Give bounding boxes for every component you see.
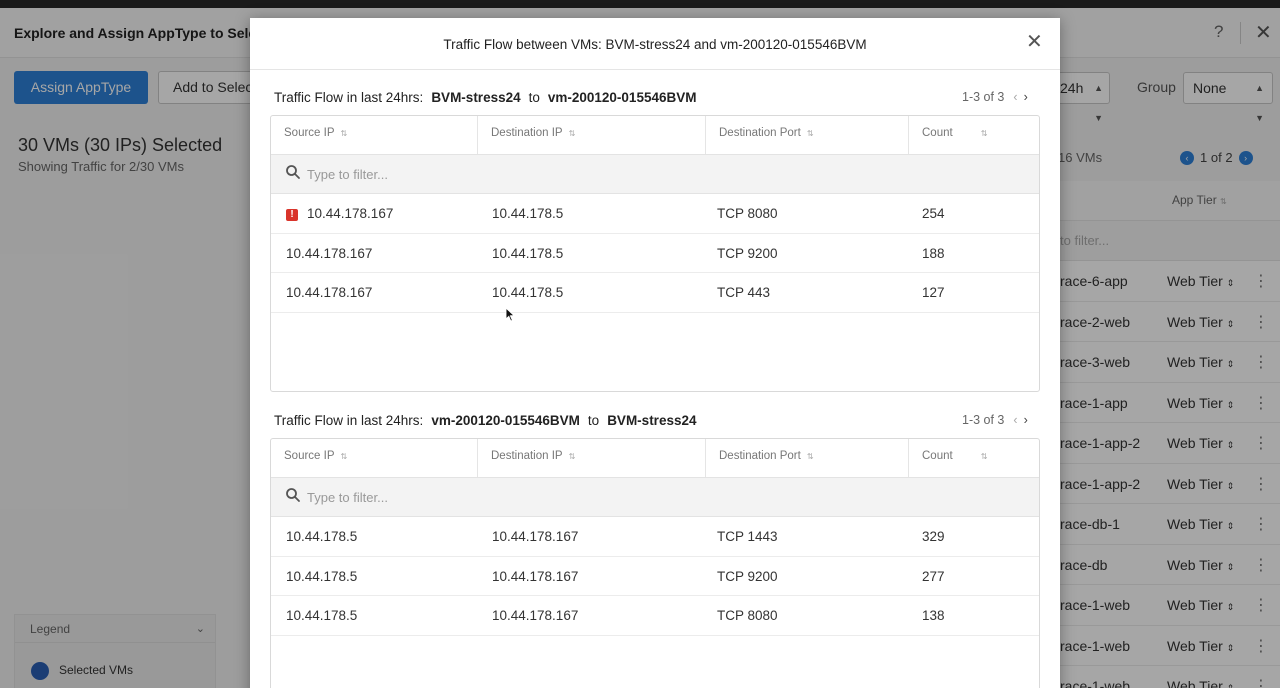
table-row[interactable]: 10.44.178.167 10.44.178.5 TCP 443 127 bbox=[271, 273, 1039, 313]
column-header-source-ip[interactable]: Source IP ⇅ bbox=[271, 439, 347, 477]
table-row[interactable]: 10.44.178.167 10.44.178.5 TCP 9200 188 bbox=[271, 234, 1039, 273]
count-cell: 138 bbox=[922, 608, 945, 623]
modal-title: Traffic Flow between VMs: BVM-stress24 a… bbox=[443, 37, 867, 52]
search-icon bbox=[286, 165, 300, 179]
section-label: Traffic Flow in last 24hrs: bbox=[274, 413, 424, 428]
count-cell: 188 bbox=[922, 245, 945, 261]
filter-input[interactable] bbox=[307, 164, 607, 184]
table-row[interactable]: 10.44.178.5 10.44.178.167 TCP 9200 277 bbox=[271, 557, 1039, 596]
destination-ip-cell: 10.44.178.5 bbox=[492, 206, 564, 221]
table-row[interactable]: 10.44.178.5 10.44.178.167 TCP 8080 138 bbox=[271, 596, 1039, 636]
column-header-destination-port[interactable]: Destination Port ⇅ bbox=[706, 116, 814, 154]
section-to-word: to bbox=[587, 413, 600, 428]
modal-header: Traffic Flow between VMs: BVM-stress24 a… bbox=[250, 18, 1060, 70]
count-cell: 127 bbox=[922, 285, 945, 300]
count-cell: 254 bbox=[922, 206, 945, 221]
search-icon bbox=[286, 488, 300, 502]
source-ip-cell: 10.44.178.167 bbox=[286, 245, 373, 261]
pager-range: 1-3 of 3 bbox=[962, 90, 1005, 104]
filter-input[interactable] bbox=[307, 487, 607, 507]
destination-port-cell: TCP 9200 bbox=[717, 568, 778, 584]
mouse-cursor-icon bbox=[505, 307, 515, 322]
destination-port-cell: TCP 8080 bbox=[717, 206, 778, 221]
section-dest-vm: vm-200120-015546BVM bbox=[547, 90, 697, 105]
table-header: Source IP ⇅ Destination IP ⇅ Destination P… bbox=[271, 116, 1039, 155]
traffic-table: Source IP ⇅ Destination IP ⇅ Destination P… bbox=[270, 438, 1040, 688]
next-page-icon[interactable]: › bbox=[1024, 413, 1028, 427]
section-title: Traffic Flow in last 24hrs: BVM-stress24 t… bbox=[274, 90, 696, 105]
source-ip-cell: 10.44.178.5 bbox=[286, 529, 358, 544]
source-ip-cell: ! 10.44.178.167 bbox=[286, 206, 393, 221]
count-cell: 329 bbox=[922, 529, 945, 544]
destination-ip-cell: 10.44.178.5 bbox=[492, 285, 564, 300]
destination-ip-cell: 10.44.178.167 bbox=[492, 608, 579, 623]
section-label: Traffic Flow in last 24hrs: bbox=[274, 90, 424, 105]
section-dest-vm: BVM-stress24 bbox=[607, 413, 697, 428]
destination-port-cell: TCP 1443 bbox=[717, 529, 778, 544]
source-ip-cell: 10.44.178.5 bbox=[286, 608, 358, 623]
top-edge-bar bbox=[0, 0, 1280, 8]
source-ip-cell: 10.44.178.5 bbox=[286, 568, 358, 584]
close-icon[interactable]: ✕ bbox=[1026, 32, 1043, 52]
destination-ip-cell: 10.44.178.5 bbox=[492, 245, 564, 261]
section-to-word: to bbox=[528, 90, 540, 105]
source-ip-cell: 10.44.178.167 bbox=[286, 285, 373, 300]
next-page-icon[interactable]: › bbox=[1024, 90, 1028, 104]
column-header-source-ip[interactable]: Source IP ⇅ bbox=[271, 116, 347, 154]
table-filter-row bbox=[271, 155, 1039, 194]
prev-page-icon[interactable]: ‹ bbox=[1013, 90, 1017, 104]
pager-range: 1-3 of 3 bbox=[962, 413, 1005, 427]
table-row[interactable]: ! 10.44.178.167 10.44.178.5 TCP 8080 254 bbox=[271, 194, 1039, 234]
warning-icon: ! bbox=[286, 209, 298, 221]
destination-ip-cell: 10.44.178.167 bbox=[492, 568, 579, 584]
destination-port-cell: TCP 9200 bbox=[717, 245, 778, 261]
traffic-table: Source IP ⇅ Destination IP ⇅ Destination P… bbox=[270, 115, 1040, 392]
destination-port-cell: TCP 443 bbox=[717, 285, 771, 300]
column-header-destination-ip[interactable]: Destination IP ⇅ bbox=[478, 439, 575, 477]
count-cell: 277 bbox=[922, 568, 945, 584]
section-title: Traffic Flow in last 24hrs: vm-200120-015… bbox=[274, 413, 696, 428]
column-header-destination-ip[interactable]: Destination IP ⇅ bbox=[478, 116, 575, 154]
section-source-vm: vm-200120-015546BVM bbox=[431, 413, 580, 428]
column-header-count[interactable]: Count ⇅ bbox=[909, 116, 987, 154]
destination-ip-cell: 10.44.178.167 bbox=[492, 529, 579, 544]
prev-page-icon[interactable]: ‹ bbox=[1013, 413, 1017, 427]
section-pager: 1-3 of 3 ‹ › bbox=[962, 413, 1028, 427]
column-header-destination-port[interactable]: Destination Port ⇅ bbox=[706, 439, 814, 477]
traffic-flow-modal: Traffic Flow between VMs: BVM-stress24 a… bbox=[250, 18, 1060, 688]
destination-port-cell: TCP 8080 bbox=[717, 608, 778, 623]
section-pager: 1-3 of 3 ‹ › bbox=[962, 90, 1028, 104]
column-header-count[interactable]: Count ⇅ bbox=[909, 439, 987, 477]
section-source-vm: BVM-stress24 bbox=[431, 90, 521, 105]
table-header: Source IP ⇅ Destination IP ⇅ Destination P… bbox=[271, 439, 1039, 478]
table-row[interactable]: 10.44.178.5 10.44.178.167 TCP 1443 329 bbox=[271, 517, 1039, 557]
table-filter-row bbox=[271, 478, 1039, 517]
